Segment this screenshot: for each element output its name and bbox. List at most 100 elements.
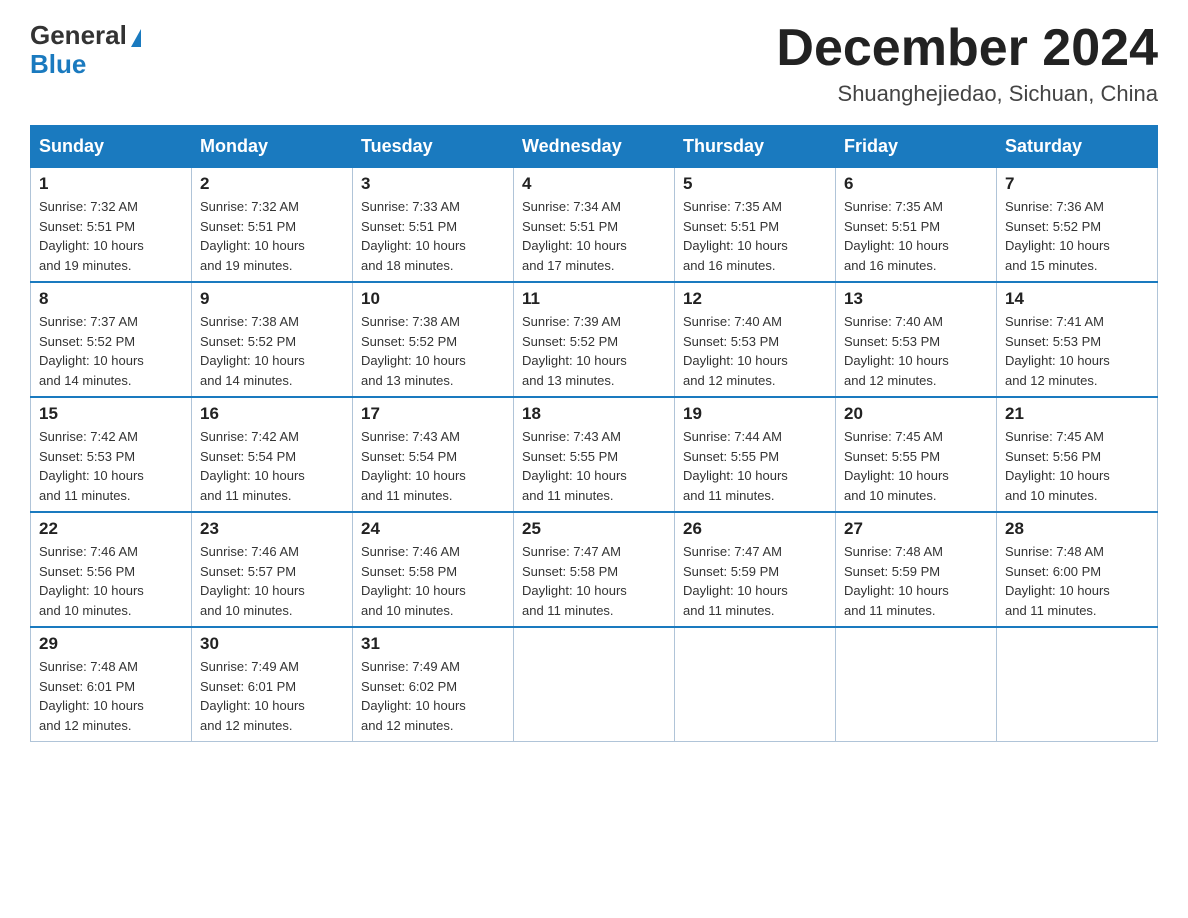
calendar-cell: 25 Sunrise: 7:47 AMSunset: 5:58 PMDayligh…	[514, 512, 675, 627]
day-number: 18	[522, 404, 666, 424]
calendar-cell: 22 Sunrise: 7:46 AMSunset: 5:56 PMDayligh…	[31, 512, 192, 627]
calendar-cell: 28 Sunrise: 7:48 AMSunset: 6:00 PMDayligh…	[997, 512, 1158, 627]
calendar-cell: 27 Sunrise: 7:48 AMSunset: 5:59 PMDayligh…	[836, 512, 997, 627]
day-number: 25	[522, 519, 666, 539]
logo-general-text: General	[30, 20, 127, 51]
calendar-week-row: 22 Sunrise: 7:46 AMSunset: 5:56 PMDayligh…	[31, 512, 1158, 627]
weekday-header-tuesday: Tuesday	[353, 126, 514, 168]
month-title: December 2024	[776, 20, 1158, 77]
day-info: Sunrise: 7:40 AMSunset: 5:53 PMDaylight:…	[844, 312, 988, 390]
day-number: 4	[522, 174, 666, 194]
day-info: Sunrise: 7:39 AMSunset: 5:52 PMDaylight:…	[522, 312, 666, 390]
calendar-cell: 21 Sunrise: 7:45 AMSunset: 5:56 PMDayligh…	[997, 397, 1158, 512]
calendar-table: SundayMondayTuesdayWednesdayThursdayFrid…	[30, 125, 1158, 742]
weekday-header-wednesday: Wednesday	[514, 126, 675, 168]
day-info: Sunrise: 7:48 AMSunset: 6:00 PMDaylight:…	[1005, 542, 1149, 620]
page-header: General Blue December 2024 Shuanghejieda…	[30, 20, 1158, 107]
day-number: 2	[200, 174, 344, 194]
calendar-cell: 4 Sunrise: 7:34 AMSunset: 5:51 PMDaylight…	[514, 168, 675, 283]
calendar-week-row: 15Sunrise: 7:42 AMSunset: 5:53 PMDayligh…	[31, 397, 1158, 512]
day-number: 28	[1005, 519, 1149, 539]
day-info: Sunrise: 7:45 AMSunset: 5:56 PMDaylight:…	[1005, 427, 1149, 505]
weekday-header-thursday: Thursday	[675, 126, 836, 168]
day-info: Sunrise: 7:34 AMSunset: 5:51 PMDaylight:…	[522, 197, 666, 275]
calendar-cell: 13 Sunrise: 7:40 AMSunset: 5:53 PMDayligh…	[836, 282, 997, 397]
day-info: Sunrise: 7:44 AMSunset: 5:55 PMDaylight:…	[683, 427, 827, 505]
calendar-cell	[997, 627, 1158, 742]
day-info: Sunrise: 7:49 AMSunset: 6:01 PMDaylight:…	[200, 657, 344, 735]
calendar-cell: 23Sunrise: 7:46 AMSunset: 5:57 PMDayligh…	[192, 512, 353, 627]
day-info: Sunrise: 7:32 AMSunset: 5:51 PMDaylight:…	[200, 197, 344, 275]
weekday-header-monday: Monday	[192, 126, 353, 168]
day-number: 26	[683, 519, 827, 539]
day-info: Sunrise: 7:38 AMSunset: 5:52 PMDaylight:…	[361, 312, 505, 390]
day-number: 8	[39, 289, 183, 309]
calendar-cell: 11 Sunrise: 7:39 AMSunset: 5:52 PMDayligh…	[514, 282, 675, 397]
day-number: 24	[361, 519, 505, 539]
calendar-cell: 30 Sunrise: 7:49 AMSunset: 6:01 PMDayligh…	[192, 627, 353, 742]
day-number: 16	[200, 404, 344, 424]
calendar-cell: 12 Sunrise: 7:40 AMSunset: 5:53 PMDayligh…	[675, 282, 836, 397]
calendar-week-row: 8 Sunrise: 7:37 AMSunset: 5:52 PMDaylight…	[31, 282, 1158, 397]
day-info: Sunrise: 7:46 AMSunset: 5:56 PMDaylight:…	[39, 542, 183, 620]
calendar-week-row: 29 Sunrise: 7:48 AMSunset: 6:01 PMDayligh…	[31, 627, 1158, 742]
day-number: 22	[39, 519, 183, 539]
calendar-cell: 14Sunrise: 7:41 AMSunset: 5:53 PMDayligh…	[997, 282, 1158, 397]
day-info: Sunrise: 7:49 AMSunset: 6:02 PMDaylight:…	[361, 657, 505, 735]
day-info: Sunrise: 7:36 AMSunset: 5:52 PMDaylight:…	[1005, 197, 1149, 275]
day-number: 27	[844, 519, 988, 539]
day-number: 21	[1005, 404, 1149, 424]
calendar-cell: 3 Sunrise: 7:33 AMSunset: 5:51 PMDaylight…	[353, 168, 514, 283]
day-number: 23	[200, 519, 344, 539]
day-info: Sunrise: 7:40 AMSunset: 5:53 PMDaylight:…	[683, 312, 827, 390]
day-info: Sunrise: 7:47 AMSunset: 5:59 PMDaylight:…	[683, 542, 827, 620]
day-number: 20	[844, 404, 988, 424]
weekday-header-saturday: Saturday	[997, 126, 1158, 168]
day-info: Sunrise: 7:33 AMSunset: 5:51 PMDaylight:…	[361, 197, 505, 275]
day-info: Sunrise: 7:48 AMSunset: 6:01 PMDaylight:…	[39, 657, 183, 735]
day-number: 5	[683, 174, 827, 194]
calendar-cell: 17Sunrise: 7:43 AMSunset: 5:54 PMDayligh…	[353, 397, 514, 512]
day-info: Sunrise: 7:45 AMSunset: 5:55 PMDaylight:…	[844, 427, 988, 505]
calendar-cell: 5 Sunrise: 7:35 AMSunset: 5:51 PMDaylight…	[675, 168, 836, 283]
location-text: Shuanghejiedao, Sichuan, China	[776, 81, 1158, 107]
calendar-cell: 18 Sunrise: 7:43 AMSunset: 5:55 PMDayligh…	[514, 397, 675, 512]
day-number: 3	[361, 174, 505, 194]
day-number: 11	[522, 289, 666, 309]
logo-blue-text: Blue	[30, 49, 86, 80]
calendar-cell: 24Sunrise: 7:46 AMSunset: 5:58 PMDayligh…	[353, 512, 514, 627]
day-number: 31	[361, 634, 505, 654]
calendar-cell: 1 Sunrise: 7:32 AMSunset: 5:51 PMDaylight…	[31, 168, 192, 283]
calendar-cell: 29 Sunrise: 7:48 AMSunset: 6:01 PMDayligh…	[31, 627, 192, 742]
day-info: Sunrise: 7:35 AMSunset: 5:51 PMDaylight:…	[683, 197, 827, 275]
calendar-cell: 26 Sunrise: 7:47 AMSunset: 5:59 PMDayligh…	[675, 512, 836, 627]
day-info: Sunrise: 7:35 AMSunset: 5:51 PMDaylight:…	[844, 197, 988, 275]
day-info: Sunrise: 7:48 AMSunset: 5:59 PMDaylight:…	[844, 542, 988, 620]
day-info: Sunrise: 7:43 AMSunset: 5:54 PMDaylight:…	[361, 427, 505, 505]
day-number: 10	[361, 289, 505, 309]
calendar-week-row: 1 Sunrise: 7:32 AMSunset: 5:51 PMDaylight…	[31, 168, 1158, 283]
calendar-cell: 15Sunrise: 7:42 AMSunset: 5:53 PMDayligh…	[31, 397, 192, 512]
day-number: 29	[39, 634, 183, 654]
day-number: 12	[683, 289, 827, 309]
logo: General Blue	[30, 20, 141, 80]
calendar-cell	[675, 627, 836, 742]
day-number: 1	[39, 174, 183, 194]
calendar-cell: 6Sunrise: 7:35 AMSunset: 5:51 PMDaylight…	[836, 168, 997, 283]
day-info: Sunrise: 7:47 AMSunset: 5:58 PMDaylight:…	[522, 542, 666, 620]
calendar-cell: 10 Sunrise: 7:38 AMSunset: 5:52 PMDayligh…	[353, 282, 514, 397]
day-info: Sunrise: 7:32 AMSunset: 5:51 PMDaylight:…	[39, 197, 183, 275]
calendar-cell	[836, 627, 997, 742]
calendar-header-row: SundayMondayTuesdayWednesdayThursdayFrid…	[31, 126, 1158, 168]
logo-triangle-icon	[131, 29, 141, 47]
calendar-cell: 9Sunrise: 7:38 AMSunset: 5:52 PMDaylight…	[192, 282, 353, 397]
day-number: 30	[200, 634, 344, 654]
title-section: December 2024 Shuanghejiedao, Sichuan, C…	[776, 20, 1158, 107]
calendar-cell: 2 Sunrise: 7:32 AMSunset: 5:51 PMDaylight…	[192, 168, 353, 283]
day-number: 7	[1005, 174, 1149, 194]
day-number: 13	[844, 289, 988, 309]
day-info: Sunrise: 7:43 AMSunset: 5:55 PMDaylight:…	[522, 427, 666, 505]
calendar-cell: 31 Sunrise: 7:49 AMSunset: 6:02 PMDayligh…	[353, 627, 514, 742]
day-info: Sunrise: 7:37 AMSunset: 5:52 PMDaylight:…	[39, 312, 183, 390]
day-info: Sunrise: 7:38 AMSunset: 5:52 PMDaylight:…	[200, 312, 344, 390]
